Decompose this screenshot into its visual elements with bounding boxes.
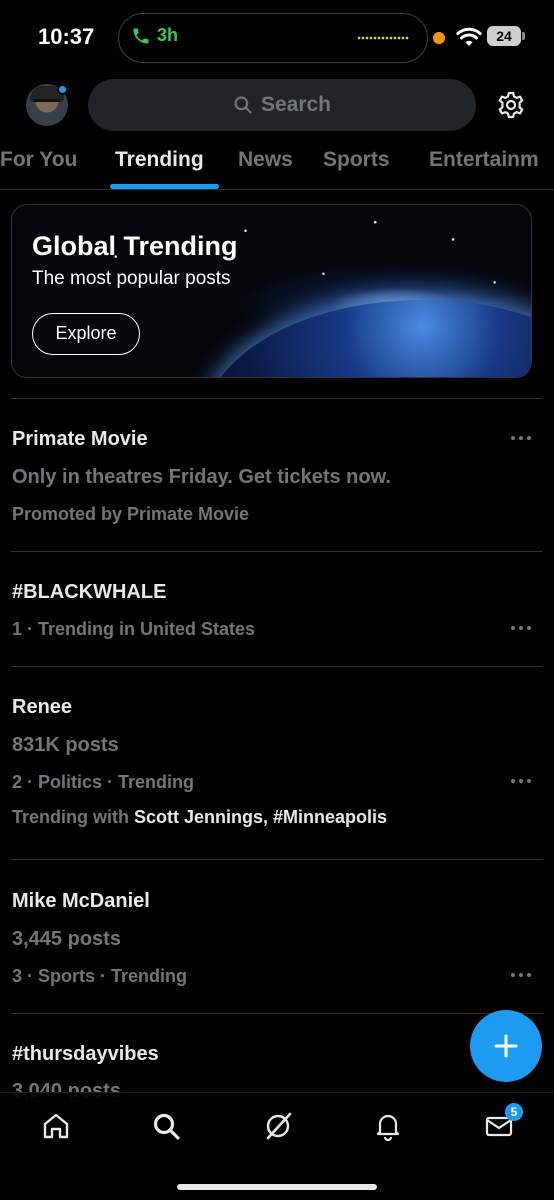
trend-title: Renee (12, 696, 73, 718)
grok-icon[interactable] (263, 1111, 293, 1141)
home-indicator (177, 1184, 377, 1190)
explore-button[interactable]: Explore (32, 313, 140, 355)
trending-with-prefix: Trending with (12, 807, 129, 827)
trend-title: Primate Movie (12, 428, 148, 450)
row-divider (11, 1013, 543, 1014)
trend-title: Mike McDaniel (12, 890, 150, 912)
dynamic-island[interactable]: 3h (118, 13, 428, 63)
plus-icon (494, 1034, 518, 1058)
avatar-glasses (34, 99, 60, 107)
search-nav-icon[interactable] (151, 1111, 181, 1141)
audio-waveform (357, 36, 409, 40)
trend-meta: 2 · Politics · Trending (12, 772, 195, 792)
row-divider (11, 551, 543, 552)
banner-subtitle: The most popular posts (32, 268, 231, 289)
tab-trending[interactable]: Trending (115, 148, 204, 172)
active-tab-indicator (110, 184, 219, 189)
phone-icon (133, 28, 149, 43)
tab-sports[interactable]: Sports (323, 148, 390, 172)
trending-with-names[interactable]: Scott Jennings, #Minneapolis (134, 807, 387, 827)
compose-button[interactable] (470, 1010, 542, 1082)
trend-meta: 1 · Trending in United States (12, 619, 256, 639)
trend-title: #BLACKWHALE (12, 581, 167, 603)
row-divider (11, 859, 543, 860)
trend-post-count: 831K posts (12, 734, 119, 756)
promo-description: Only in theatres Friday. Get tickets now… (12, 466, 391, 488)
home-icon[interactable] (41, 1111, 71, 1141)
trend-title: #thursdayvibes (12, 1043, 159, 1065)
call-duration: 3h (157, 25, 179, 45)
trending-with: Trending with Scott Jennings, #Minneapol… (12, 807, 387, 828)
global-trending-banner[interactable]: Global Trending The most popular posts E… (11, 204, 532, 378)
search-icon (234, 96, 252, 114)
section-divider (11, 398, 543, 399)
explore-tabs: For You Trending News Sports Entertainm (0, 140, 554, 190)
trend-post-count: 3,445 posts (12, 928, 121, 950)
banner-title: Global Trending (32, 231, 238, 261)
more-options-icon[interactable] (511, 973, 533, 979)
tab-for-you[interactable]: For You (0, 148, 77, 172)
row-divider (11, 666, 543, 667)
search-placeholder: Search (260, 93, 332, 116)
mic-indicator-dot (433, 32, 445, 44)
gear-icon[interactable] (496, 90, 526, 120)
promoted-label: Promoted by Primate Movie (12, 504, 250, 524)
more-options-icon[interactable] (511, 436, 533, 442)
more-options-icon[interactable] (511, 626, 533, 632)
call-indicator[interactable]: 3h (131, 25, 178, 46)
tab-entertainment[interactable]: Entertainm (429, 148, 539, 172)
wifi-icon (456, 27, 482, 46)
status-time: 10:37 (38, 24, 95, 49)
status-bar: 10:37 3h 24 (0, 0, 554, 76)
trend-meta: 3 · Sports · Trending (12, 966, 188, 986)
messages-badge: 5 (505, 1103, 523, 1121)
notification-dot (57, 84, 68, 95)
battery-icon: 24 (487, 26, 525, 46)
search-input[interactable]: Search (88, 79, 476, 131)
more-options-icon[interactable] (511, 779, 533, 785)
tab-news[interactable]: News (238, 148, 293, 172)
bell-icon[interactable] (373, 1111, 403, 1141)
